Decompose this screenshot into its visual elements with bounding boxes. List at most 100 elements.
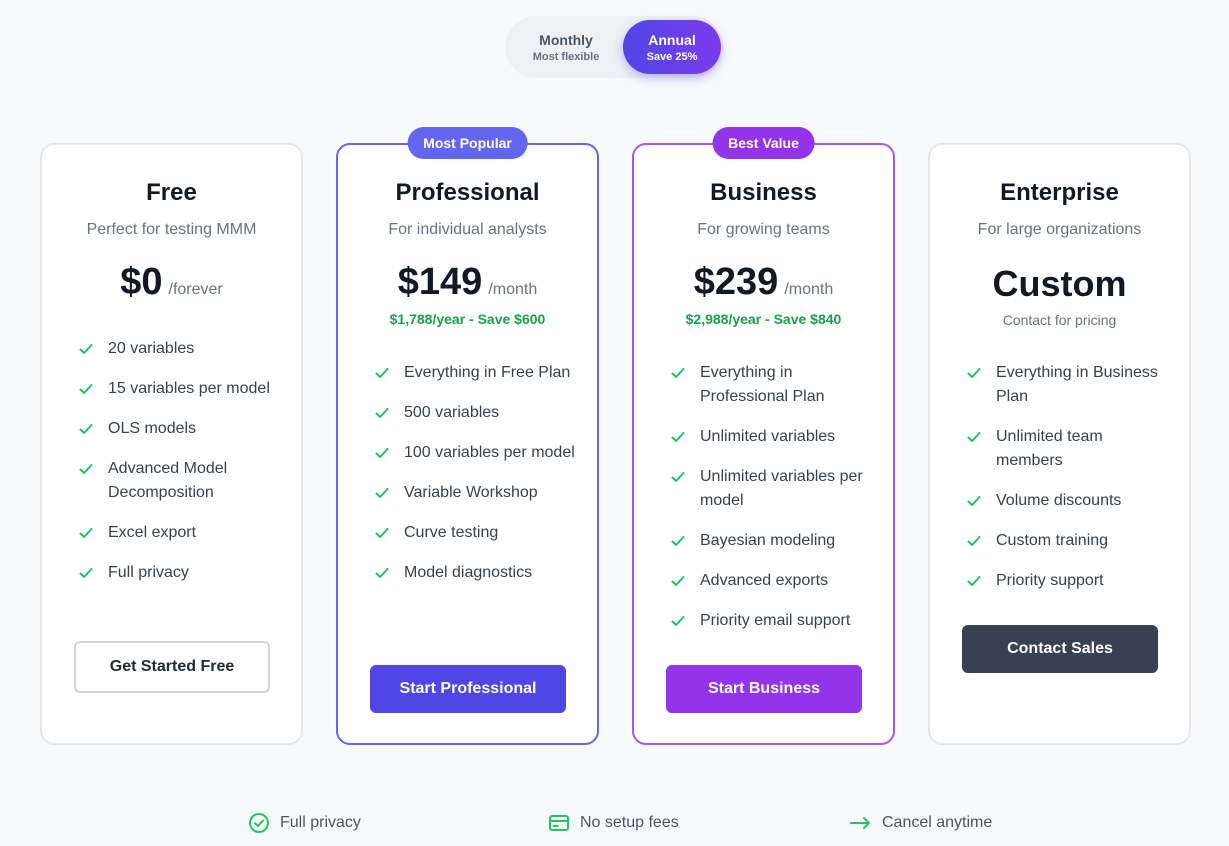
feature-item: Excel export	[78, 521, 281, 545]
feature-item: 500 variables	[374, 401, 577, 425]
feature-item: OLS models	[78, 417, 281, 441]
feature-list: 20 variables 15 variables per model OLS mo…	[78, 337, 281, 601]
feature-item: Priority support	[966, 569, 1169, 593]
price-row: $0 /forever	[42, 261, 301, 304]
checkmark-icon	[966, 529, 982, 553]
plan-card-free: Free Perfect for testing MMM $0 /forever…	[40, 143, 303, 745]
checkmark-icon	[670, 361, 686, 385]
monthly-option[interactable]: Monthly Most flexible	[511, 20, 621, 74]
feature-item: Variable Workshop	[374, 481, 577, 505]
start-professional-button[interactable]: Start Professional	[370, 665, 566, 713]
checkmark-icon	[78, 337, 94, 361]
contact-sales-button[interactable]: Contact Sales	[962, 625, 1158, 673]
annual-savings: $2,988/year - Save $840	[685, 311, 842, 327]
plan-description: Perfect for testing MMM	[86, 221, 257, 238]
feature-item: Advanced exports	[670, 569, 873, 593]
annual-label: Annual	[648, 31, 696, 48]
plan-period: /month	[784, 281, 834, 298]
feature-item: Bayesian modeling	[670, 529, 873, 553]
feature-text: Custom training	[996, 532, 1109, 549]
best-value-badge: Best Value	[712, 127, 815, 159]
feature-text: Priority email support	[700, 612, 851, 629]
feature-text: 15 variables per model	[108, 380, 270, 397]
price-row: $149 /month	[338, 261, 597, 304]
feature-item: Priority email support	[670, 609, 873, 633]
feature-item: Everything in Business Plan	[966, 361, 1169, 409]
plan-name: Enterprise	[1000, 179, 1119, 206]
feature-item: Everything in Free Plan	[374, 361, 577, 385]
price-row: $239 /month	[634, 261, 893, 304]
plan-name: Professional	[395, 179, 540, 206]
feature-text: Everything in Business Plan	[996, 364, 1158, 405]
checkmark-icon	[78, 417, 94, 441]
feature-list: Everything in Business Plan Unlimited tea…	[966, 361, 1169, 609]
annual-sublabel: Save 25%	[646, 50, 698, 63]
plan-price: $239	[693, 261, 779, 303]
feature-text: 500 variables	[404, 404, 500, 421]
feature-list: Everything in Professional Plan Unlimited…	[670, 361, 873, 649]
feature-item: Unlimited team members	[966, 425, 1169, 473]
get-started-free-button[interactable]: Get Started Free	[74, 641, 270, 693]
perk-label: No setup fees	[580, 814, 679, 831]
checkmark-icon	[78, 521, 94, 545]
feature-item: Everything in Professional Plan	[670, 361, 873, 409]
plan-description: For large organizations	[977, 221, 1142, 238]
most-popular-badge: Most Popular	[407, 127, 528, 159]
checkmark-icon	[374, 561, 390, 585]
perk-label: Full privacy	[280, 814, 361, 831]
annual-option[interactable]: Annual Save 25%	[623, 20, 721, 74]
feature-list: Everything in Free Plan 500 variables 100 …	[374, 361, 577, 601]
checkmark-icon	[966, 361, 982, 385]
feature-item: Custom training	[966, 529, 1169, 553]
perk-full-privacy: Full privacy	[248, 811, 361, 835]
feature-text: Volume discounts	[996, 492, 1122, 509]
feature-text: Advanced exports	[700, 572, 829, 589]
checkmark-icon	[78, 457, 94, 481]
plan-name: Business	[710, 179, 817, 206]
feature-text: Bayesian modeling	[700, 532, 836, 549]
plan-name: Free	[146, 179, 197, 206]
plan-price: $149	[397, 261, 483, 303]
checkmark-icon	[966, 425, 982, 449]
plan-card-professional: Most Popular Professional For individual…	[336, 127, 599, 745]
feature-text: Everything in Free Plan	[404, 364, 571, 381]
monthly-label: Monthly	[539, 31, 593, 48]
arrow-right-icon	[850, 812, 872, 834]
checkmark-icon	[374, 481, 390, 505]
feature-text: Priority support	[996, 572, 1104, 589]
plan-card-enterprise: Enterprise For large organizations Custo…	[928, 143, 1191, 745]
feature-text: Unlimited team members	[996, 428, 1103, 469]
checkmark-icon	[670, 425, 686, 449]
checkmark-icon	[670, 569, 686, 593]
annual-savings: $1,788/year - Save $600	[389, 311, 546, 327]
feature-item: 15 variables per model	[78, 377, 281, 401]
plan-price: $0	[120, 261, 163, 303]
feature-text: Model diagnostics	[404, 564, 533, 581]
feature-item: Advanced Model Decomposition	[78, 457, 281, 505]
checkmark-icon	[966, 489, 982, 513]
credit-card-icon	[548, 812, 570, 834]
feature-item: 100 variables per model	[374, 441, 577, 465]
feature-text: Unlimited variables per model	[700, 468, 863, 509]
plan-card-business: Best Value Business For growing teams $2…	[632, 127, 895, 745]
checkmark-icon	[670, 609, 686, 633]
feature-text: Variable Workshop	[404, 484, 538, 501]
start-business-button[interactable]: Start Business	[666, 665, 862, 713]
feature-item: Unlimited variables	[670, 425, 873, 449]
feature-text: Unlimited variables	[700, 428, 836, 445]
price-note: Contact for pricing	[1002, 312, 1117, 328]
checkmark-icon	[670, 529, 686, 553]
checkmark-icon	[78, 377, 94, 401]
feature-text: Excel export	[108, 524, 197, 541]
feature-item: Curve testing	[374, 521, 577, 545]
checkmark-icon	[78, 561, 94, 585]
feature-text: Curve testing	[404, 524, 499, 541]
feature-item: 20 variables	[78, 337, 281, 361]
checkmark-icon	[966, 569, 982, 593]
checkmark-icon	[374, 521, 390, 545]
perk-cancel-anytime: Cancel anytime	[850, 811, 992, 835]
feature-item: Unlimited variables per model	[670, 465, 873, 513]
monthly-sublabel: Most flexible	[532, 50, 600, 63]
checkmark-icon	[374, 441, 390, 465]
plan-description: For growing teams	[697, 221, 830, 238]
